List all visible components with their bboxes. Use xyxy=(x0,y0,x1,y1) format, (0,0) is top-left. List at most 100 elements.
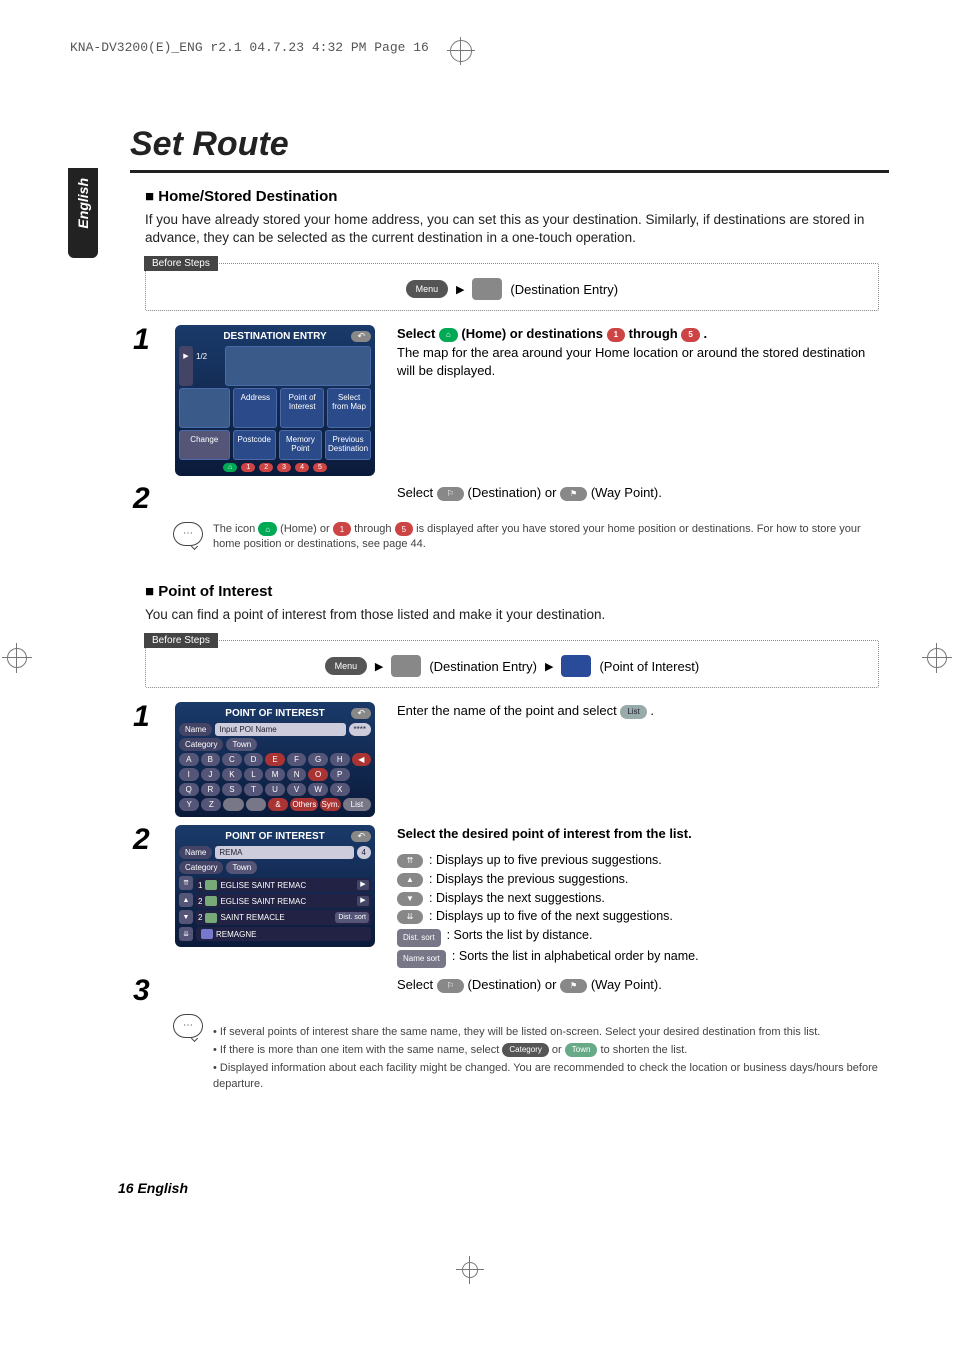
down-icon: ▼ xyxy=(179,910,193,924)
txt: : Sorts the list by distance. xyxy=(447,926,593,945)
destination-entry-screenshot: DESTINATION ENTRY ↶ ▶ 1/2 Address Point … xyxy=(175,325,375,476)
back-icon: ↶ xyxy=(351,831,371,842)
txt: through xyxy=(629,326,682,341)
before-steps-box-2: Before Steps Menu ▶ (Destination Entry) … xyxy=(145,640,879,688)
arrow-icon: ▶ xyxy=(456,283,464,296)
txt: (Home) or xyxy=(280,523,333,535)
step-2-text: Select ⚐ (Destination) or ⚑ (Way Point). xyxy=(397,484,879,502)
before-steps-label-2: Before Steps xyxy=(144,633,218,648)
txt: : Displays up to five previous suggestio… xyxy=(429,851,662,870)
up-chip-icon: ▲ xyxy=(397,873,423,887)
txt: (Home) or destinations xyxy=(461,326,606,341)
before-steps-box-1: Before Steps Menu ▶ (Destination Entry) xyxy=(145,263,879,311)
ss-title: POINT OF INTEREST xyxy=(223,829,326,844)
ss-cell: Postcode xyxy=(233,430,276,460)
txt: . xyxy=(650,703,654,718)
home-num-icon: ⌂ xyxy=(223,463,237,472)
txt: If there is more than one item with the … xyxy=(220,1044,502,1056)
txt: : Displays up to five of the next sugges… xyxy=(429,907,673,926)
up-icon: ▲ xyxy=(179,893,193,907)
ss-cell: Address xyxy=(233,388,277,428)
txt: REMAGNE xyxy=(216,930,369,939)
ss-change-button: Change xyxy=(179,430,230,460)
before-text-1: (Destination Entry) xyxy=(510,282,618,297)
poi-icon xyxy=(561,655,591,677)
name-sort-chip-icon: Name sort xyxy=(397,950,446,968)
txt: EGLISE SAINT REMAC xyxy=(220,881,354,890)
count-field: **** xyxy=(349,723,371,736)
name-field: REMA xyxy=(215,846,353,859)
poi-list-screenshot: POINT OF INTEREST ↶ Name REMA 4 Category… xyxy=(175,825,375,947)
count-field: 4 xyxy=(357,846,371,859)
destination-chip-icon: ⚐ xyxy=(437,487,464,501)
back-icon: ↶ xyxy=(351,331,371,342)
list-item: Name sort : Sorts the list in alphabetica… xyxy=(397,947,879,968)
num-1-chip-icon: 1 xyxy=(333,522,351,536)
txt: : Displays the previous suggestions. xyxy=(429,870,628,889)
num-3-icon: 3 xyxy=(277,463,291,472)
crop-mark-right xyxy=(924,645,950,671)
name-label: Name xyxy=(179,723,212,736)
list-item: ▼: Displays the next suggestions. xyxy=(397,889,879,908)
ss-pager: 1/2 xyxy=(196,346,222,386)
txt: 1 xyxy=(198,881,202,890)
poi-heading: Point of Interest xyxy=(145,583,879,600)
title-rule xyxy=(130,170,889,173)
num-5-icon: 5 xyxy=(313,463,327,472)
tip-icon: ⋯ xyxy=(173,522,203,546)
txt: (Way Point). xyxy=(591,977,662,992)
num-4-icon: 4 xyxy=(295,463,309,472)
list-item: 2SAINT REMACLEDist. sort xyxy=(196,910,371,925)
poi-step-3-number: 3 xyxy=(133,976,153,1006)
back-icon: ↶ xyxy=(351,708,371,719)
ss-cell: Previous Destination xyxy=(325,430,371,460)
category-chip-icon: Category xyxy=(502,1043,548,1057)
txt: 2 xyxy=(198,897,202,906)
home-heading: Home/Stored Destination xyxy=(145,188,879,205)
menu-button-chip: Menu xyxy=(325,657,367,675)
step-2-number: 2 xyxy=(133,484,153,514)
txt: The map for the area around your Home lo… xyxy=(397,345,865,378)
list-item: 2EGLISE SAINT REMAC▶ xyxy=(196,894,371,908)
txt: . xyxy=(703,326,707,341)
txt: SAINT REMACLE xyxy=(220,913,332,922)
before-mid: (Destination Entry) xyxy=(429,659,537,674)
list-item: Dist. sort: Sorts the list by distance. xyxy=(397,926,879,947)
ss-europe-icon xyxy=(179,388,230,428)
txt: through xyxy=(354,523,394,535)
txt: 2 xyxy=(198,913,202,922)
poi-cat-icon xyxy=(205,896,217,906)
destination-chip-icon: ⚐ xyxy=(437,979,464,993)
list-item: ⇊: Displays up to five of the next sugge… xyxy=(397,907,879,926)
txt: Select xyxy=(397,977,437,992)
name-field: Input POI Name xyxy=(215,723,345,736)
play-icon: ▶ xyxy=(357,896,369,906)
step-1-text: Select ⌂ (Home) or destinations 1 throug… xyxy=(397,325,879,380)
step-1-number: 1 xyxy=(133,325,153,355)
down-chip-icon: ▼ xyxy=(397,892,423,906)
category-label: Category xyxy=(179,738,223,751)
arrow-icon: ▶ xyxy=(545,660,553,673)
town-label: Town xyxy=(226,738,257,751)
suggestion-nav-list: ⇈: Displays up to five previous suggesti… xyxy=(397,851,879,968)
ss-title: POINT OF INTEREST xyxy=(223,706,326,721)
txt: Select xyxy=(397,326,439,341)
ss-cell: Point of Interest xyxy=(280,388,324,428)
home-chip-icon: ⌂ xyxy=(258,522,277,536)
txt: (Destination) or xyxy=(468,977,560,992)
home-chip-icon: ⌂ xyxy=(439,328,458,342)
home-intro: If you have already stored your home add… xyxy=(145,211,879,247)
crop-mark-left xyxy=(4,645,30,671)
menu-button-chip: Menu xyxy=(406,280,448,298)
home-note-text: The icon ⌂ (Home) or 1 through 5 is disp… xyxy=(213,522,879,553)
tip-item: Displayed information about each facilit… xyxy=(213,1061,879,1093)
poi-step-1-number: 1 xyxy=(133,702,153,732)
crop-mark-bottom xyxy=(460,1260,480,1280)
poi-cat-icon xyxy=(201,929,213,939)
page-title: Set Route xyxy=(130,125,289,164)
before-steps-label-1: Before Steps xyxy=(144,256,218,271)
txt: to shorten the list. xyxy=(601,1044,688,1056)
ss-cell: Memory Point xyxy=(279,430,322,460)
poi-step2-heading: Select the desired point of interest fro… xyxy=(397,825,879,843)
txt: : Sorts the list in alphabetical order b… xyxy=(452,947,699,966)
